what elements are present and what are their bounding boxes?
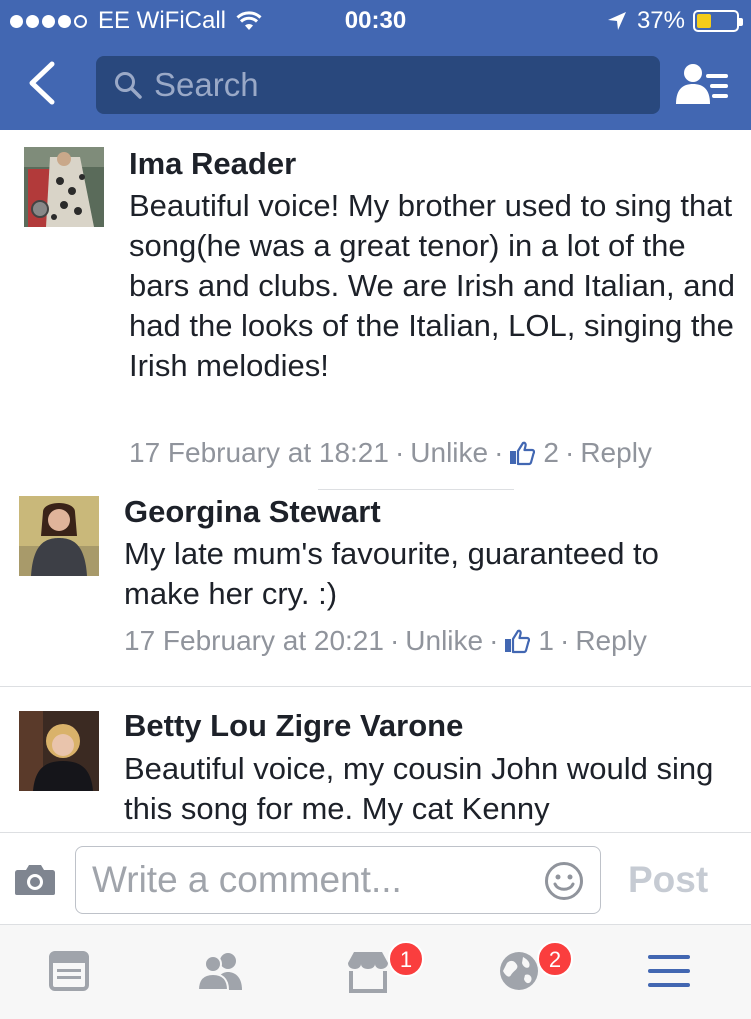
search-input[interactable] [154, 66, 634, 104]
avatar[interactable] [19, 711, 99, 791]
comment-meta: 17 February at 18:21 · Unlike · 2 · Repl… [129, 437, 652, 469]
avatar[interactable] [19, 496, 99, 576]
like-thumb-icon [505, 629, 531, 654]
tab-friends[interactable] [196, 947, 244, 995]
commenter-name[interactable]: Georgina Stewart [124, 494, 381, 530]
camera-button[interactable] [14, 864, 56, 896]
comment-text: Beautiful voice, my cousin John would si… [124, 751, 714, 826]
battery-level [697, 14, 712, 28]
reply-link[interactable]: Reply [580, 437, 652, 469]
comment-meta: 17 February at 20:21 · Unlike · 1 · Repl… [124, 625, 647, 657]
tab-news-feed[interactable] [48, 947, 96, 995]
status-right: 37% [607, 7, 743, 35]
camera-icon [15, 865, 55, 895]
chevron-left-icon [29, 61, 55, 105]
comment-timestamp[interactable]: 17 February at 18:21 [129, 437, 389, 469]
back-button[interactable] [24, 60, 68, 110]
marketplace-badge: 1 [388, 941, 424, 977]
comment: Betty Lou Zigre Varone Beautiful voice, … [0, 687, 751, 832]
menu-icon [648, 955, 690, 987]
avatar[interactable] [24, 147, 104, 227]
comment-timestamp[interactable]: 17 February at 20:21 [124, 625, 384, 657]
tab-marketplace[interactable]: 1 [346, 941, 424, 995]
marketplace-icon [348, 952, 388, 993]
search-icon [115, 72, 142, 99]
commenter-name[interactable]: Ima Reader [129, 146, 296, 182]
header: EE WiFiCall 00:30 37% [0, 0, 751, 130]
status-bar: EE WiFiCall 00:30 37% [0, 0, 751, 40]
unlike-link[interactable]: Unlike [410, 437, 488, 469]
like-thumb-icon [510, 441, 536, 466]
notifications-globe-icon [500, 952, 538, 990]
friend-list-button[interactable] [676, 62, 730, 108]
battery-percent: 37% [636, 7, 685, 34]
comment: Ima Reader Beautiful voice! My brother u… [0, 130, 751, 480]
post-button[interactable]: Post [628, 859, 708, 901]
like-count[interactable]: 2 [543, 437, 559, 469]
battery-icon [693, 10, 743, 32]
comment-text: Beautiful voice! My brother used to sing… [129, 188, 735, 383]
tab-notifications[interactable]: 2 [497, 941, 573, 995]
smiley-icon[interactable] [544, 861, 584, 901]
tab-bar: 1 2 [0, 924, 751, 1019]
comment-text: My late mum's favourite, guaranteed to m… [124, 536, 659, 611]
like-count[interactable]: 1 [538, 625, 554, 657]
reply-link[interactable]: Reply [575, 625, 647, 657]
notifications-badge: 2 [537, 941, 573, 977]
search-bar[interactable] [96, 56, 660, 114]
commenter-name[interactable]: Betty Lou Zigre Varone [124, 708, 463, 744]
location-arrow-icon [607, 12, 626, 30]
friend-list-icon [676, 64, 728, 104]
comment-input-box[interactable] [75, 846, 601, 914]
comment: Georgina Stewart My late mum's favourite… [0, 480, 751, 685]
friends-icon [196, 953, 242, 991]
news-feed-icon [49, 951, 89, 991]
comment-input[interactable] [92, 859, 532, 901]
tab-menu[interactable] [648, 947, 696, 995]
comment-composer: Post [0, 832, 751, 924]
unlike-link[interactable]: Unlike [405, 625, 483, 657]
